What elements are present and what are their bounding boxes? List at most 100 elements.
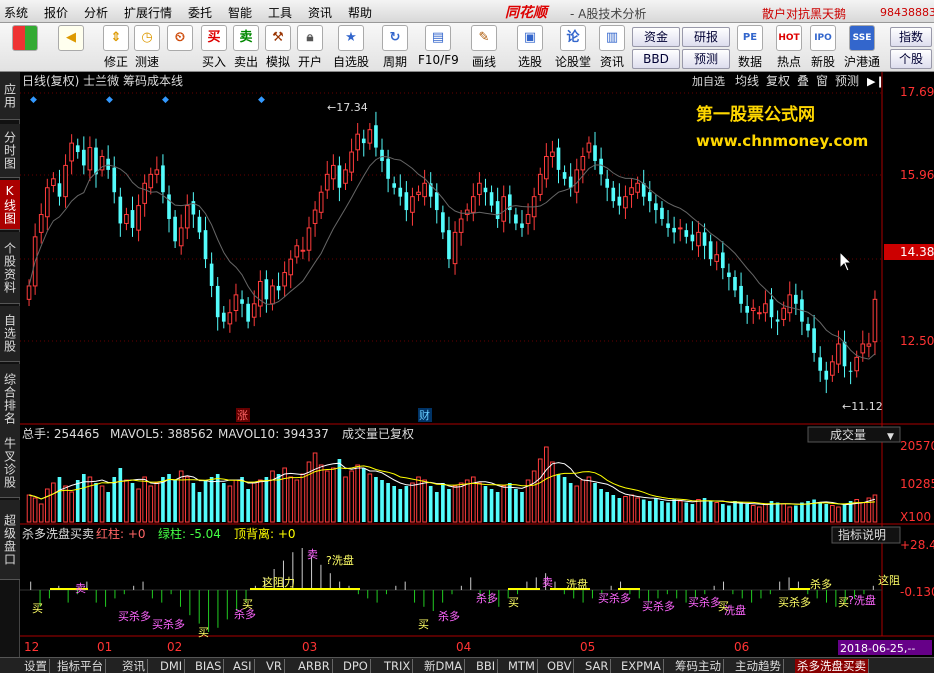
candle[interactable] <box>94 147 98 175</box>
data-button[interactable]: PE 数据 <box>735 25 765 70</box>
candle[interactable] <box>276 285 281 291</box>
tab-arbr[interactable]: ARBR <box>296 659 333 673</box>
open-account-button[interactable]: 🔒︎ 开户 <box>296 25 324 70</box>
candle[interactable] <box>489 192 494 206</box>
candle[interactable] <box>367 129 373 144</box>
candle[interactable] <box>544 155 549 180</box>
tab-kill-long-washout[interactable]: 杀多洗盘买卖 <box>795 659 869 673</box>
kline-chart[interactable]: 日线(复权) 士兰微 筹码成本线 加自选 均线 复权 叠 窗 预测 ▶❙ ◆ ◆… <box>20 72 934 657</box>
window-toggle[interactable]: 窗 <box>816 74 828 88</box>
candle[interactable] <box>824 370 829 380</box>
tab-bbi[interactable]: BBI <box>474 659 499 673</box>
menu-ext-quote[interactable]: 扩展行情 <box>124 4 172 21</box>
watchlist-button[interactable]: ★ 自选股 <box>332 25 370 70</box>
candle[interactable] <box>288 258 294 276</box>
candle[interactable] <box>525 214 531 224</box>
candle[interactable] <box>769 299 774 318</box>
candle[interactable] <box>306 227 312 251</box>
candle[interactable] <box>318 191 324 213</box>
simulate-button[interactable]: ⚒ 模拟 <box>264 25 292 70</box>
candle[interactable] <box>142 182 147 204</box>
candle[interactable] <box>324 173 330 191</box>
candle[interactable] <box>672 227 676 233</box>
candle[interactable] <box>623 196 628 209</box>
candle[interactable] <box>251 303 257 318</box>
candle[interactable] <box>763 303 768 314</box>
candle[interactable] <box>44 187 50 218</box>
sidebar-item-apps[interactable]: 应用 <box>0 72 20 120</box>
event-marker-icon[interactable]: ◆ <box>30 95 37 105</box>
candle[interactable] <box>264 279 269 300</box>
candle[interactable] <box>757 312 762 315</box>
add-watchlist-link[interactable]: 加自选 <box>692 75 725 88</box>
hk-connect-button[interactable]: SSE 沪港通 <box>842 25 882 70</box>
tab-news[interactable]: 资讯 <box>120 659 148 673</box>
menu-help[interactable]: 帮助 <box>348 4 372 21</box>
candle[interactable] <box>203 230 208 260</box>
candle[interactable] <box>410 196 415 213</box>
tab-settings[interactable]: 设置 <box>22 659 50 673</box>
sidebar-item-ranking[interactable]: 综合排名 <box>0 364 20 434</box>
candle[interactable] <box>161 165 165 193</box>
candle[interactable] <box>654 203 658 211</box>
candle[interactable] <box>562 172 567 179</box>
tab-vr[interactable]: VR <box>264 659 285 673</box>
candle[interactable] <box>380 149 384 161</box>
hot-button[interactable]: HOT 热点 <box>774 25 804 70</box>
candle[interactable] <box>514 214 518 224</box>
single-stock-button[interactable]: 个股 <box>890 49 932 69</box>
event-marker-icon[interactable]: ◆ <box>258 95 265 105</box>
candle[interactable] <box>106 158 110 170</box>
candle[interactable] <box>355 133 360 151</box>
candle[interactable] <box>416 191 421 195</box>
candle[interactable] <box>246 303 250 322</box>
menu-smart[interactable]: 智能 <box>228 4 252 21</box>
candle[interactable] <box>611 187 616 202</box>
candle[interactable] <box>81 149 86 166</box>
candle[interactable] <box>635 182 640 193</box>
candle[interactable] <box>464 209 470 216</box>
tab-sar[interactable]: SAR <box>583 659 612 673</box>
menu-system[interactable]: 系统 <box>4 4 28 21</box>
layout-button[interactable] <box>12 25 38 53</box>
fund-flow-button[interactable]: 资金 <box>632 27 680 47</box>
news-button[interactable]: ▥ 资讯 <box>598 25 626 70</box>
candle[interactable] <box>733 277 737 291</box>
stock-screen-button[interactable]: ▣ 选股 <box>513 25 547 70</box>
tab-active-trend[interactable]: 主动趋势 <box>733 659 784 673</box>
candle[interactable] <box>51 178 56 187</box>
candle[interactable] <box>818 357 823 371</box>
candle[interactable] <box>860 343 866 354</box>
sidebar-item-intraday[interactable]: 分时图 <box>0 124 20 178</box>
period-button[interactable]: ↻ 周期 <box>378 25 412 70</box>
candle[interactable] <box>300 249 306 252</box>
candle[interactable] <box>422 182 427 198</box>
candle[interactable] <box>787 294 793 314</box>
candle[interactable] <box>392 183 397 188</box>
candle[interactable] <box>404 192 409 211</box>
candle[interactable] <box>495 201 500 219</box>
index-button[interactable]: 指数 <box>890 27 932 47</box>
candle[interactable] <box>452 231 458 265</box>
candle[interactable] <box>702 232 707 246</box>
candle[interactable] <box>57 183 62 197</box>
candle[interactable] <box>178 227 184 247</box>
candle[interactable] <box>458 218 464 233</box>
forecast-button[interactable]: 预测 <box>682 49 730 69</box>
candle[interactable] <box>684 230 689 237</box>
candle[interactable] <box>775 319 780 322</box>
candle[interactable] <box>294 245 300 258</box>
candle[interactable] <box>537 173 543 195</box>
candle[interactable] <box>477 182 482 195</box>
sidebar-item-watchlist[interactable]: 自选股 <box>0 306 20 362</box>
candle[interactable] <box>227 312 233 325</box>
candle[interactable] <box>447 230 451 260</box>
candle[interactable] <box>63 164 68 198</box>
buy-button[interactable]: 买 买入 <box>200 25 228 70</box>
candle[interactable] <box>374 125 378 148</box>
candle[interactable] <box>794 294 798 304</box>
candle[interactable] <box>434 192 439 211</box>
menu-entrust[interactable]: 委托 <box>188 4 212 21</box>
candle[interactable] <box>854 356 860 372</box>
ma-toggle[interactable]: 均线 <box>735 74 759 88</box>
